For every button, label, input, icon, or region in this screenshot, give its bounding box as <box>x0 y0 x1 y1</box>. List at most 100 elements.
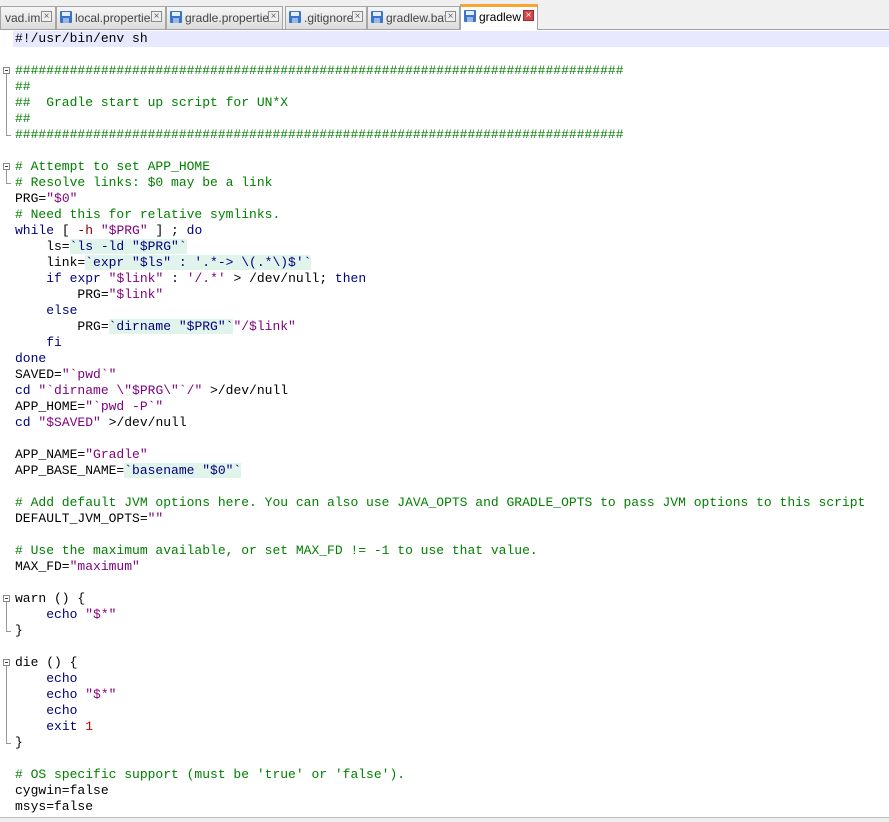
close-icon[interactable] <box>445 11 456 22</box>
code-line[interactable]: else <box>15 303 889 319</box>
code-token: expr <box>69 271 101 286</box>
saved-file-icon <box>289 11 301 23</box>
code-token: msys=false <box>15 799 94 814</box>
code-line[interactable]: done <box>15 351 889 367</box>
close-icon[interactable] <box>523 10 534 21</box>
code-line[interactable]: ## <box>15 111 889 127</box>
code-token: # Need this for relative symlinks. <box>15 207 281 222</box>
code-line[interactable]: # Use the maximum available, or set MAX_… <box>15 543 889 559</box>
code-line[interactable]: fi <box>15 335 889 351</box>
code-line[interactable]: #!/usr/bin/env sh <box>13 31 889 47</box>
fold-toggle-icon[interactable] <box>3 163 10 170</box>
code-token: cygwin=false <box>15 783 109 798</box>
code-line[interactable]: # Need this for relative symlinks. <box>15 207 889 223</box>
code-token: "`pwd -P`" <box>85 399 164 414</box>
close-icon[interactable] <box>151 11 162 22</box>
code-line[interactable] <box>15 751 889 767</box>
code-line[interactable]: APP_HOME="`pwd -P`" <box>15 399 889 415</box>
code-line[interactable]: cygwin=false <box>15 783 889 799</box>
code-token: "`dirname \"$PRG\"`/" <box>38 383 203 398</box>
code-line[interactable]: while [ -h "$PRG" ] ; do <box>15 223 889 239</box>
code-line[interactable] <box>15 575 889 591</box>
code-line[interactable]: SAVED="`pwd`" <box>15 367 889 383</box>
code-token: "$PRG" <box>100 223 148 238</box>
code-token: echo <box>46 607 78 622</box>
code-token: "$*" <box>85 687 117 702</box>
code-line[interactable] <box>15 479 889 495</box>
code-token: fi <box>46 335 62 350</box>
code-token: `dirname "$PRG"` <box>108 319 234 334</box>
code-line[interactable]: PRG=`dirname "$PRG"`"/$link" <box>15 319 889 335</box>
code-line[interactable]: msys=false <box>15 799 889 815</box>
code-line[interactable] <box>15 143 889 159</box>
code-line[interactable]: echo <box>15 671 889 687</box>
code-line[interactable]: # Attempt to set APP_HOME <box>15 159 889 175</box>
code-line[interactable]: # Resolve links: $0 may be a link <box>15 175 889 191</box>
code-line[interactable]: # Add default JVM options here. You can … <box>15 495 889 511</box>
saved-file-icon <box>464 10 476 22</box>
close-icon[interactable] <box>352 11 363 22</box>
code-token: ########################################… <box>15 127 624 142</box>
code-line[interactable]: echo "$*" <box>15 687 889 703</box>
code-token: >/dev/null <box>100 415 187 430</box>
code-token: do <box>186 223 203 238</box>
fold-toggle-icon[interactable] <box>3 67 10 74</box>
code-token: die () { <box>15 655 78 670</box>
saved-file-icon <box>170 11 182 23</box>
code-line[interactable]: echo <box>15 703 889 719</box>
code-line[interactable]: APP_NAME="Gradle" <box>15 447 889 463</box>
code-line[interactable] <box>15 431 889 447</box>
code-line[interactable] <box>15 639 889 655</box>
code-token: # Resolve links: $0 may be a link <box>15 175 273 190</box>
code-line[interactable]: ## Gradle start up script for UN*X <box>15 95 889 111</box>
code-token: exit <box>46 719 78 734</box>
tab-gradlew-bat[interactable]: gradlew.bat <box>367 6 460 29</box>
code-line[interactable] <box>15 47 889 63</box>
tab-gradlew[interactable]: gradlew <box>460 4 538 30</box>
code-token: PRG= <box>15 287 109 302</box>
code-line[interactable]: MAX_FD="maximum" <box>15 559 889 575</box>
code-line[interactable]: warn () { <box>15 591 889 607</box>
tab-local-properties[interactable]: local.properties <box>56 6 166 29</box>
code-line[interactable]: cd "$SAVED" >/dev/null <box>15 415 889 431</box>
code-line[interactable]: die () { <box>15 655 889 671</box>
saved-file-icon <box>60 11 72 23</box>
code-line[interactable]: } <box>15 623 889 639</box>
code-token: `basename "$0"` <box>124 463 242 478</box>
code-line[interactable]: link=`expr "$ls" : '.*-> \(.*\)$'` <box>15 255 889 271</box>
close-icon[interactable] <box>41 11 52 22</box>
code-line[interactable]: ## <box>15 79 889 95</box>
code-line[interactable]: if expr "$link" : '/.*' > /dev/null; the… <box>15 271 889 287</box>
tab-gitignore[interactable]: .gitignore <box>285 6 367 29</box>
code-line[interactable]: cd "`dirname \"$PRG\"`/" >/dev/null <box>15 383 889 399</box>
code-line[interactable]: ########################################… <box>15 63 889 79</box>
code-token: echo <box>46 687 78 702</box>
code-line[interactable]: echo "$*" <box>15 607 889 623</box>
close-icon[interactable] <box>268 11 279 22</box>
code-line[interactable]: exit 1 <box>15 719 889 735</box>
tab-vad-iml[interactable]: vad.iml <box>0 6 56 29</box>
code-line[interactable]: # OS specific support (must be 'true' or… <box>15 767 889 783</box>
code-line[interactable]: DEFAULT_JVM_OPTS="" <box>15 511 889 527</box>
code-line[interactable] <box>15 527 889 543</box>
tab-gradle-properties[interactable]: gradle.properties <box>166 6 283 29</box>
code-line[interactable]: PRG="$link" <box>15 287 889 303</box>
code-text[interactable]: #!/usr/bin/env sh ######################… <box>13 31 889 815</box>
code-token: `ls -ld "$PRG"` <box>69 239 187 254</box>
code-line[interactable]: } <box>15 735 889 751</box>
code-line[interactable]: ########################################… <box>15 127 889 143</box>
code-token: else <box>46 303 78 318</box>
code-token: "$link" <box>108 271 164 286</box>
code-line[interactable]: ls=`ls -ld "$PRG"` <box>15 239 889 255</box>
fold-toggle-icon[interactable] <box>3 659 10 666</box>
code-line[interactable]: PRG="$0" <box>15 191 889 207</box>
fold-toggle-icon[interactable] <box>3 595 10 602</box>
code-editor[interactable]: #!/usr/bin/env sh ######################… <box>0 31 889 817</box>
code-line[interactable]: APP_BASE_NAME=`basename "$0"` <box>15 463 889 479</box>
code-token: while <box>15 223 55 238</box>
code-token: then <box>334 271 367 286</box>
